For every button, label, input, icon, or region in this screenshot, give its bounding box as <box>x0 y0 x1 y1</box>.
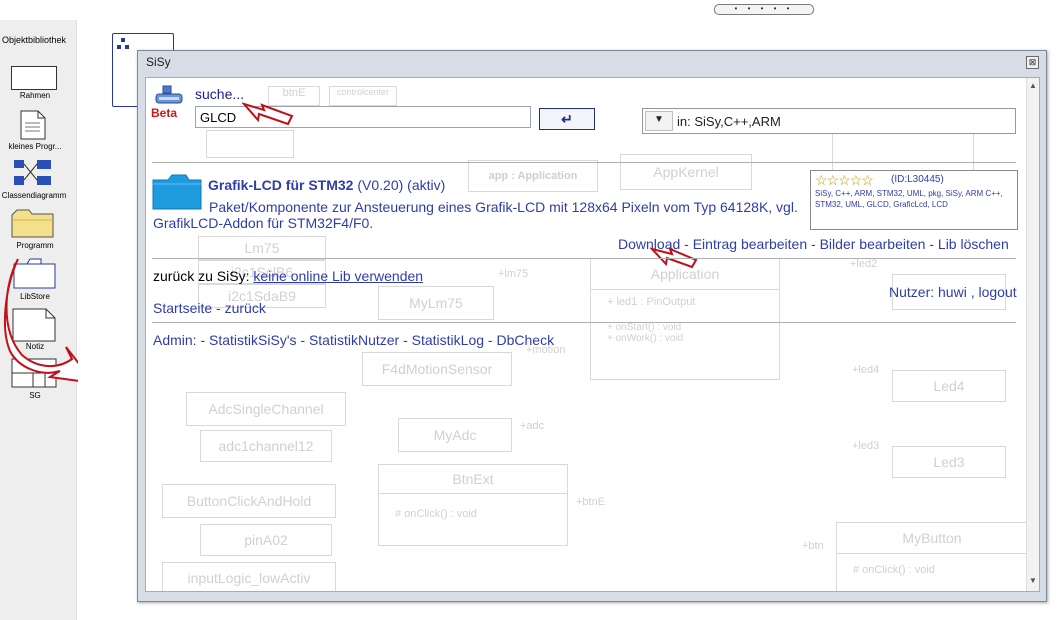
folder-icon[interactable] <box>11 208 55 238</box>
ghost-myadc: MyAdc <box>398 418 512 452</box>
package-tree-icon <box>117 38 129 49</box>
library-item-klassendiagramm-label[interactable]: Classendiagramm <box>0 191 74 200</box>
search-label: suche... <box>195 86 245 102</box>
result-version: (V0.20) <box>357 177 404 193</box>
admin-sep: - <box>484 332 497 348</box>
ghost-onwork: + onWork() : void <box>607 333 684 344</box>
ghost-box <box>206 130 294 158</box>
user-sep: , <box>966 284 979 300</box>
ghost-label-lm75: +lm75 <box>498 268 529 280</box>
sisy-dialog: SiSy ⊠ btnE controlcenter app : Applicat… <box>137 50 1047 602</box>
ghost-label-btn: +btn <box>802 540 824 552</box>
library-item-programm-label[interactable]: Programm <box>0 241 70 250</box>
delete-lib-link[interactable]: Lib löschen <box>938 236 1009 252</box>
admin-links: Admin: - StatistikSiSy's - StatistikNutz… <box>153 332 554 348</box>
ghost-f4d: F4dMotionSensor <box>362 352 512 386</box>
result-tags: SiSy, C++, ARM, STM32, UML, pkg, SiSy, A… <box>815 189 1003 209</box>
ghost-appkernel: AppKernel <box>620 154 752 190</box>
edit-entry-link[interactable]: Eintrag bearbeiten <box>693 236 807 252</box>
user-prefix: Nutzer: <box>889 284 939 300</box>
divider <box>152 258 1016 259</box>
ghost-label-adc: +adc <box>520 420 545 432</box>
ghost-application-class: Application + led1 : PinOutput + onStart… <box>590 258 780 380</box>
user-link[interactable]: huwi <box>938 284 967 300</box>
ghost-adcsingle: AdcSingleChannel <box>186 392 346 426</box>
dialog-content: btnE controlcenter app : Application App… <box>145 77 1040 592</box>
pointer-arrow-icon <box>242 102 294 126</box>
horizontal-scroll-thumb[interactable]: • • • • • <box>714 4 814 15</box>
ghost-pina02: pinA02 <box>200 524 332 556</box>
ghost-adc1ch12: adc1channel12 <box>200 430 332 462</box>
vertical-scrollbar[interactable]: ▲ ▼ <box>1026 78 1039 591</box>
result-status: (aktiv) <box>407 177 446 193</box>
ghost-onclick: # onClick() : void <box>395 508 477 520</box>
stat-log-link[interactable]: StatistikLog <box>412 332 484 348</box>
edit-images-link[interactable]: Bilder bearbeiten <box>820 236 926 252</box>
ghost-inputlogic: inputLogic_lowActiv <box>162 562 336 591</box>
ghost-buttonclick: ButtonClickAndHold <box>162 484 336 518</box>
nav-sep: - <box>212 300 225 316</box>
rahmen-icon[interactable] <box>11 66 57 90</box>
result-title-line: Grafik-LCD für STM32 (V0.20) (aktiv) <box>208 177 445 193</box>
stat-sisy-link[interactable]: StatistikSiSy's <box>209 332 296 348</box>
search-scope-select[interactable]: ▼ in: SiSy,C++,ARM <box>642 108 1016 134</box>
dropdown-arrow-icon[interactable]: ▼ <box>645 111 673 131</box>
ghost-label-led2: +led2 <box>850 258 878 270</box>
ghost-mylm75: MyLm75 <box>378 286 494 320</box>
ghost-led4: Led4 <box>892 370 1006 402</box>
ghost-label-btne: +btnE <box>576 496 606 508</box>
rating-stars-icon[interactable]: ☆☆☆☆☆ <box>815 172 874 189</box>
library-item-sg-label[interactable]: SG <box>0 391 70 400</box>
ghost-btnext-name: BtnExt <box>379 465 567 494</box>
ghost-mybutton: MyButton # onClick() : void <box>836 522 1028 591</box>
ghost-onstart: + onStart() : void <box>607 322 682 333</box>
library-item-rahmen-label[interactable]: Rahmen <box>0 91 70 100</box>
object-library-title: Objektbibliothek <box>2 35 67 45</box>
action-sep: - <box>925 236 938 252</box>
admin-sep: - <box>399 332 412 348</box>
result-title-link[interactable]: Grafik-LCD für STM32 <box>208 177 353 193</box>
divider <box>152 322 1016 323</box>
start-page-link[interactable]: Startseite <box>153 300 212 316</box>
dbcheck-link[interactable]: DbCheck <box>496 332 554 348</box>
toolbar-strip <box>0 0 1058 18</box>
ghost-controlcenter: controlcenter <box>329 86 397 106</box>
search-scope-label: in: SiSy,C++,ARM <box>677 114 781 129</box>
scroll-down-icon[interactable]: ▼ <box>1029 576 1037 585</box>
beta-badge: Beta <box>151 106 178 120</box>
close-icon[interactable]: ⊠ <box>1026 56 1039 69</box>
ghost-label-led3: +led3 <box>852 440 880 452</box>
dialog-title: SiSy <box>146 55 171 69</box>
ghost-mybutton-name: MyButton <box>837 523 1027 554</box>
back-to-sisy: zurück zu SiSy: keine online Lib verwend… <box>153 268 423 284</box>
result-description: Paket/Komponente zur Ansteuerung eines G… <box>153 199 798 231</box>
search-submit-button[interactable]: ↵ <box>539 108 595 130</box>
ghost-label-led4: +led4 <box>852 364 880 376</box>
stat-user-link[interactable]: StatistikNutzer <box>309 332 399 348</box>
admin-label: Admin: - <box>153 332 210 348</box>
scroll-up-icon[interactable]: ▲ <box>1029 81 1037 90</box>
divider <box>152 162 1016 163</box>
action-sep: - <box>807 236 820 252</box>
ghost-btnext: BtnExt # onClick() : void <box>378 464 568 546</box>
class-diagram-icon[interactable] <box>13 159 53 187</box>
ghost-led1: + led1 : PinOutput <box>607 296 696 308</box>
back-link[interactable]: zurück <box>225 300 266 316</box>
no-online-lib-link[interactable]: keine online Lib verwenden <box>253 268 423 284</box>
ghost-lm75: Lm75 <box>198 236 326 260</box>
result-id: (ID:L30445) <box>891 174 944 185</box>
library-item-kleines-programm-label[interactable]: kleines Progr... <box>0 142 73 151</box>
ghost-led3: Led3 <box>892 446 1006 478</box>
document-icon[interactable] <box>20 110 46 140</box>
admin-sep: - <box>296 332 309 348</box>
user-info: Nutzer: huwi , logout <box>889 284 1017 300</box>
enter-icon: ↵ <box>561 111 573 127</box>
page-nav: Startseite - zurück <box>153 300 266 316</box>
ghost-application: app : Application <box>468 160 598 192</box>
ghost-onclick2: # onClick() : void <box>853 564 935 576</box>
pointer-arrow-icon <box>650 247 698 269</box>
logout-link[interactable]: logout <box>978 284 1016 300</box>
back-prefix: zurück zu SiSy: <box>153 268 254 284</box>
result-meta-box: ☆☆☆☆☆ (ID:L30445) SiSy, C++, ARM, STM32,… <box>810 170 1018 230</box>
